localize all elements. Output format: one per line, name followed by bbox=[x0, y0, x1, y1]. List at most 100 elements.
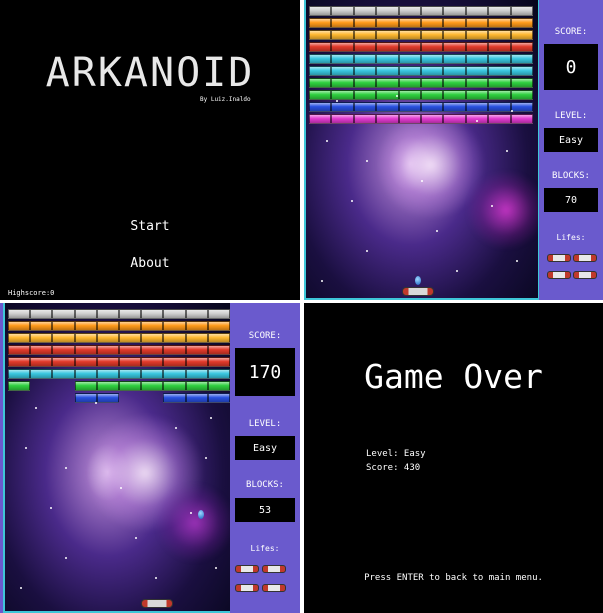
life-icon bbox=[235, 584, 259, 592]
brick bbox=[465, 66, 489, 76]
star bbox=[366, 250, 368, 252]
brick bbox=[207, 321, 230, 331]
brick bbox=[30, 321, 53, 331]
brick bbox=[510, 6, 533, 16]
brick bbox=[163, 345, 186, 355]
brick bbox=[163, 333, 186, 343]
score-value: 0 bbox=[544, 44, 598, 90]
brick bbox=[488, 90, 511, 100]
star bbox=[506, 150, 508, 152]
brick bbox=[465, 90, 489, 100]
star bbox=[326, 140, 328, 142]
brick bbox=[421, 102, 444, 112]
start-menu-item[interactable]: Start bbox=[0, 219, 300, 234]
blocks-value: 53 bbox=[235, 498, 295, 522]
hud-sidebar: SCORE: 170 LEVEL: Easy BLOCKS: 53 Lifes: bbox=[230, 303, 300, 613]
brick bbox=[207, 381, 230, 391]
brick bbox=[443, 102, 466, 112]
life-icon bbox=[547, 271, 571, 279]
star bbox=[336, 100, 338, 102]
lifes-label: Lifes: bbox=[250, 544, 280, 553]
brick bbox=[421, 6, 444, 16]
brick bbox=[465, 42, 489, 52]
brick bbox=[443, 6, 466, 16]
brick bbox=[52, 309, 75, 319]
life-icon bbox=[573, 254, 597, 262]
brick bbox=[163, 357, 186, 367]
brick bbox=[376, 102, 399, 112]
brick bbox=[141, 345, 164, 355]
brick bbox=[465, 54, 489, 64]
brick bbox=[52, 345, 75, 355]
star bbox=[210, 417, 212, 419]
brick bbox=[353, 78, 377, 88]
life-icon bbox=[262, 565, 286, 573]
brick bbox=[443, 90, 466, 100]
brick bbox=[510, 42, 533, 52]
paddle[interactable] bbox=[141, 599, 173, 608]
brick bbox=[331, 18, 354, 28]
brick bbox=[163, 381, 186, 391]
brick bbox=[185, 321, 208, 331]
brick bbox=[488, 78, 511, 88]
brick bbox=[309, 66, 332, 76]
brick bbox=[376, 42, 399, 52]
brick bbox=[74, 309, 97, 319]
brick bbox=[141, 309, 164, 319]
star bbox=[175, 427, 177, 429]
brick bbox=[207, 345, 230, 355]
brick bbox=[353, 114, 377, 124]
brick bbox=[30, 345, 53, 355]
life-icon bbox=[573, 271, 597, 279]
brick bbox=[376, 30, 399, 40]
brick bbox=[74, 369, 97, 379]
star bbox=[135, 537, 137, 539]
brick bbox=[443, 114, 466, 124]
brick bbox=[141, 333, 164, 343]
brick bbox=[163, 393, 186, 403]
star bbox=[205, 457, 207, 459]
brick bbox=[8, 369, 31, 379]
final-score: Score: 430 bbox=[366, 463, 421, 473]
highscore-readout: Highscore:0 bbox=[8, 289, 55, 297]
game-title: ARKANOID bbox=[45, 50, 255, 96]
brick bbox=[510, 102, 533, 112]
brick bbox=[465, 6, 489, 16]
brick bbox=[376, 78, 399, 88]
brick bbox=[465, 78, 489, 88]
about-menu-item[interactable]: About bbox=[0, 256, 300, 271]
brick bbox=[141, 357, 164, 367]
brick bbox=[376, 54, 399, 64]
brick bbox=[30, 333, 53, 343]
star bbox=[65, 467, 67, 469]
game-over-title: Game Over bbox=[364, 357, 543, 396]
star bbox=[120, 487, 122, 489]
paddle[interactable] bbox=[402, 287, 434, 296]
brick bbox=[119, 357, 142, 367]
nebula bbox=[466, 170, 538, 250]
brick bbox=[74, 381, 97, 391]
brick bbox=[331, 42, 354, 52]
star bbox=[50, 507, 52, 509]
brick bbox=[309, 102, 332, 112]
brick bbox=[163, 369, 186, 379]
brick bbox=[465, 102, 489, 112]
star bbox=[25, 447, 27, 449]
brick bbox=[309, 18, 332, 28]
brick bbox=[443, 66, 466, 76]
star bbox=[155, 577, 157, 579]
brick bbox=[443, 18, 466, 28]
score-label: SCORE: bbox=[554, 27, 588, 37]
brick bbox=[331, 102, 354, 112]
game-screen-progress: SCORE: 170 LEVEL: Easy BLOCKS: 53 Lifes: bbox=[0, 303, 300, 613]
brick bbox=[398, 78, 421, 88]
brick bbox=[398, 30, 421, 40]
brick bbox=[96, 321, 119, 331]
play-field bbox=[304, 0, 540, 300]
brick bbox=[510, 30, 533, 40]
brick bbox=[398, 90, 421, 100]
ball bbox=[415, 276, 421, 285]
brick bbox=[74, 345, 97, 355]
brick bbox=[488, 54, 511, 64]
brick bbox=[74, 333, 97, 343]
